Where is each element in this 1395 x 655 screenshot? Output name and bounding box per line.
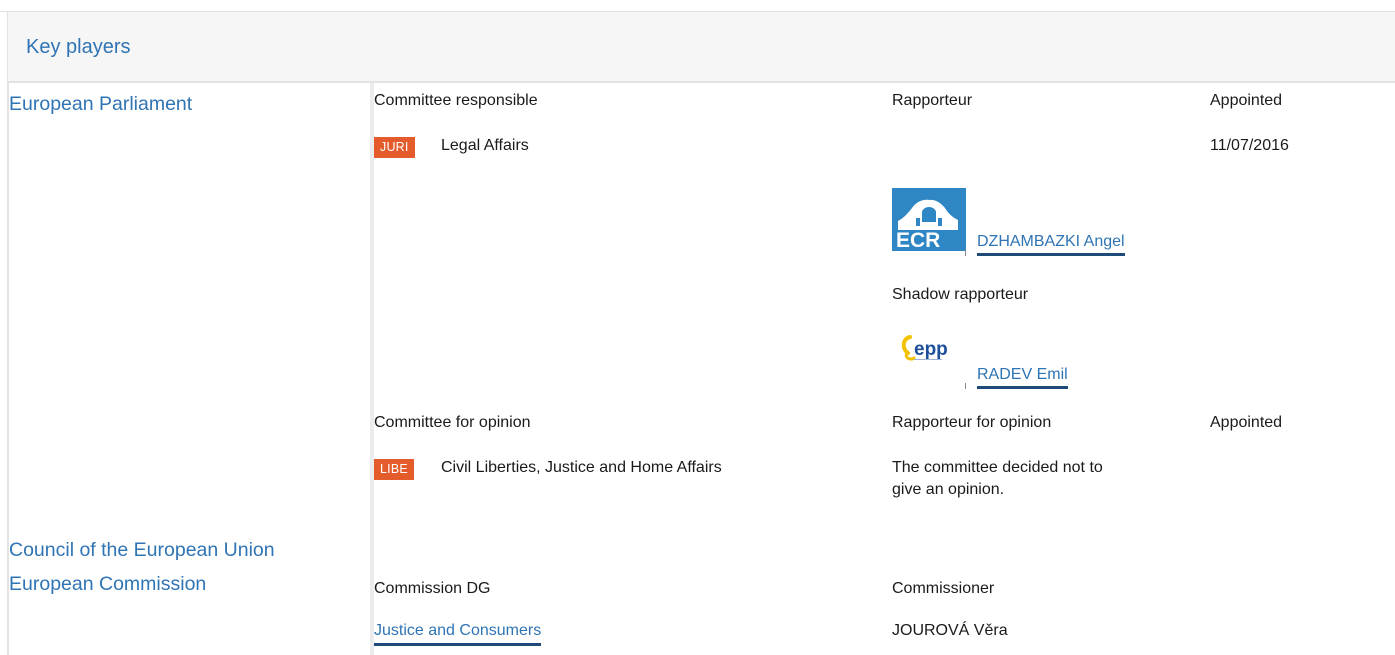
commission-dg-label: Commission DG bbox=[374, 580, 491, 597]
rapporteur-opinion-label: Rapporteur for opinion bbox=[892, 414, 1052, 431]
appointed-opinion-label: Appointed bbox=[1210, 414, 1283, 431]
rapporteur-link[interactable]: DZHAMBAZKI Angel bbox=[977, 233, 1125, 256]
shadow-rapporteur-label: Shadow rapporteur bbox=[892, 286, 1029, 303]
appointed-date: 11/07/2016 bbox=[1210, 137, 1289, 154]
section-title: Key players bbox=[26, 36, 131, 58]
committee-code-badge-libe: LIBE bbox=[374, 459, 414, 480]
committee-opinion-label: Committee for opinion bbox=[374, 414, 531, 431]
image-caption-tick bbox=[965, 383, 966, 389]
appointed-label: Appointed bbox=[1210, 92, 1283, 109]
rapporteur-label: Rapporteur bbox=[892, 92, 973, 109]
committee-name-legal-affairs: Legal Affairs bbox=[441, 137, 529, 154]
institution-european-commission[interactable]: European Commission bbox=[9, 573, 206, 596]
epp-group-logo: epp bbox=[892, 325, 965, 377]
ecr-group-logo: ECR bbox=[892, 188, 966, 251]
column-divider bbox=[370, 83, 374, 655]
committee-name-libe: Civil Liberties, Justice and Home Affair… bbox=[441, 459, 722, 476]
ecr-logo-text: ECR bbox=[896, 229, 940, 251]
table-left-border bbox=[7, 83, 9, 655]
key-players-header[interactable]: Key players bbox=[7, 12, 1395, 83]
opinion-note-line1: The committee decided not to bbox=[892, 459, 1103, 476]
committee-code-badge-juri: JURI bbox=[374, 137, 415, 158]
institution-european-parliament[interactable]: European Parliament bbox=[9, 93, 192, 116]
committee-responsible-label: Committee responsible bbox=[374, 92, 538, 109]
image-caption-tick bbox=[965, 250, 966, 256]
institution-council[interactable]: Council of the European Union bbox=[9, 539, 275, 562]
commissioner-label: Commissioner bbox=[892, 580, 995, 597]
shadow-rapporteur-link[interactable]: RADEV Emil bbox=[977, 366, 1068, 389]
commissioner-name: JOUROVÁ Věra bbox=[892, 622, 1008, 639]
epp-logo-text: epp bbox=[914, 339, 948, 360]
opinion-note-line2: give an opinion. bbox=[892, 481, 1005, 498]
commission-dg-link[interactable]: Justice and Consumers bbox=[374, 622, 542, 646]
